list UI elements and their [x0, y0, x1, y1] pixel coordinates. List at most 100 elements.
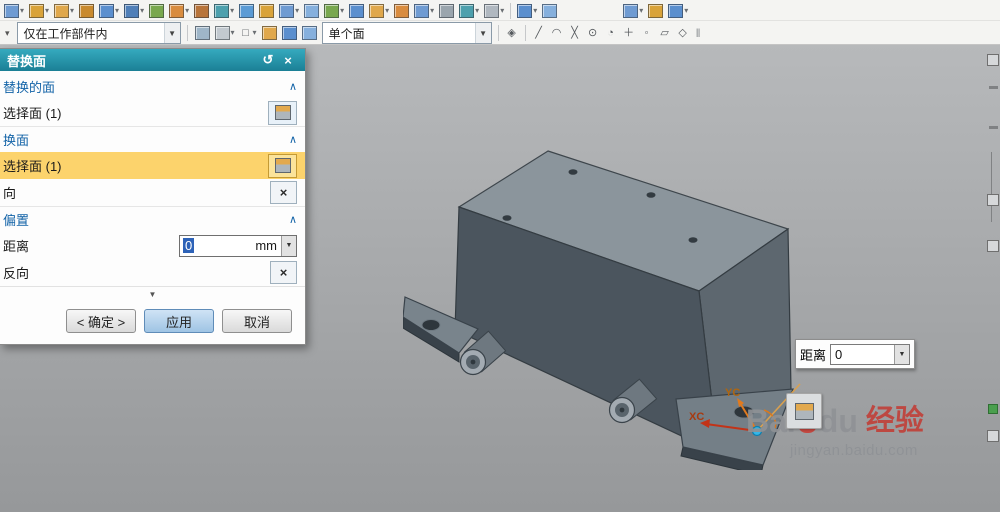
dropdown-caret-icon[interactable]: ▾ [231, 28, 235, 38]
move-face-icon[interactable]: ▾ [413, 3, 435, 19]
snap-intersection-icon[interactable]: ╳ [568, 26, 582, 41]
window-icon[interactable]: ▾ [622, 3, 644, 19]
dialog-more-button[interactable]: ▼ [0, 286, 305, 302]
right-edge-button[interactable] [987, 194, 999, 206]
right-edge-button[interactable] [989, 86, 998, 89]
reverse-offset-button[interactable]: × [270, 261, 297, 284]
snap-quadrant-icon[interactable]: ◔ [604, 26, 618, 41]
rib-icon[interactable] [148, 3, 165, 19]
top-hole[interactable] [502, 215, 512, 221]
select-face-button[interactable] [268, 100, 297, 125]
block-icon[interactable]: ▾ [98, 3, 120, 19]
combo-arrow-icon[interactable]: ▼ [163, 23, 180, 43]
edge-blend-icon[interactable]: ▾ [213, 3, 235, 19]
dropdown-caret-icon[interactable]: ▾ [340, 6, 344, 16]
right-edge-button[interactable] [989, 126, 998, 129]
section-faces-to-replace[interactable]: 替换的面 ∧ [0, 74, 305, 99]
trim-body-icon[interactable]: ▾ [278, 3, 300, 19]
dropdown-caret-icon[interactable]: ▾ [295, 6, 299, 16]
assembly-icon[interactable] [647, 3, 664, 19]
snap-midpoint-icon[interactable]: ◠ [550, 26, 564, 41]
snap-on-face-icon[interactable]: ▱ [658, 26, 672, 41]
ok-button[interactable]: < 确定 > [66, 309, 136, 333]
apply-button[interactable]: 应用 [144, 309, 214, 333]
selection-scope-icon[interactable] [194, 25, 211, 41]
chevron-up-icon[interactable]: ∧ [289, 213, 297, 226]
unite-icon[interactable]: ▾ [168, 3, 190, 19]
replace-face-icon[interactable] [393, 3, 410, 19]
dropdown-caret-icon[interactable]: ▾ [253, 28, 257, 38]
offset-face-icon[interactable]: ▾ [368, 3, 390, 19]
dropdown-caret-icon[interactable]: ▾ [230, 6, 234, 16]
flange-hole[interactable] [421, 319, 441, 331]
datum-plane-icon[interactable]: ▾ [3, 3, 25, 19]
more-tools-icon[interactable]: ▾ [667, 3, 689, 19]
distance-input[interactable]: 0 mm ▼ [179, 234, 297, 257]
right-edge-button[interactable] [987, 54, 999, 66]
right-edge-button[interactable] [987, 430, 999, 442]
dropdown-caret-icon[interactable]: ▾ [140, 6, 144, 16]
dropdown-caret-icon[interactable]: ▾ [475, 6, 479, 16]
shell-icon[interactable] [258, 3, 275, 19]
dropdown-caret-icon[interactable]: ▾ [684, 6, 688, 16]
reset-icon[interactable]: ↺ [258, 52, 278, 68]
select-face-row-2[interactable]: 选择面 (1) [0, 152, 305, 179]
revolve-icon[interactable] [78, 3, 95, 19]
measure-icon[interactable]: ▾ [483, 3, 505, 19]
delete-face-icon[interactable] [438, 3, 455, 19]
render-style-icon[interactable] [541, 3, 558, 19]
dropdown-caret-icon[interactable]: ▾ [185, 6, 189, 16]
close-icon[interactable]: × [278, 53, 298, 68]
dashed-rect-icon[interactable]: □ ▾ [239, 26, 258, 41]
chamfer-icon[interactable] [238, 3, 255, 19]
extrude-icon[interactable]: ▾ [53, 3, 75, 19]
hole-icon[interactable]: ▾ [123, 3, 145, 19]
combo-arrow-icon[interactable]: ▼ [474, 23, 491, 43]
top-hole[interactable] [688, 237, 698, 243]
work-part-cube-icon[interactable] [261, 25, 278, 41]
dropdown-caret-icon[interactable]: ▾ [70, 6, 74, 16]
right-edge-scrollbar[interactable] [991, 152, 992, 222]
distance-popup-input[interactable]: 0 ▼ [830, 343, 910, 365]
chevron-up-icon[interactable]: ∧ [289, 80, 297, 93]
dropdown-caret-icon[interactable]: ▾ [639, 6, 643, 16]
displayed-part-cube-icon[interactable] [281, 25, 298, 41]
dropdown-caret-icon[interactable]: ▾ [533, 6, 537, 16]
snap-endpoint-icon[interactable]: ╱ [532, 26, 546, 41]
select-face-row-1[interactable]: 选择面 (1) [0, 99, 305, 126]
mirror-feature-icon[interactable] [348, 3, 365, 19]
select-face-button[interactable] [268, 153, 297, 178]
face-rule-combo[interactable]: 单个面 ▼ [321, 22, 492, 44]
dropdown-caret-icon[interactable]: ▾ [500, 6, 504, 16]
section-offset[interactable]: 偏置 ∧ [0, 206, 305, 232]
component-cube-icon[interactable] [301, 25, 318, 41]
preview-handle-button[interactable] [786, 393, 822, 429]
dropdown-caret-icon[interactable]: ▾ [385, 6, 389, 16]
snap-settings-icon[interactable]: ▾ [214, 25, 236, 41]
top-hole[interactable] [568, 169, 578, 175]
chevron-up-icon[interactable]: ∧ [289, 133, 297, 146]
triad-origin-handle[interactable] [751, 425, 763, 437]
subtract-icon[interactable] [193, 3, 210, 19]
sketch-icon[interactable]: ▾ [28, 3, 50, 19]
right-edge-button[interactable] [987, 240, 999, 252]
dialog-title-bar[interactable]: 替换面 ↺ × [0, 49, 305, 71]
view-orient-icon[interactable]: ▾ [516, 3, 538, 19]
model-3d[interactable]: XC YC [403, 145, 803, 470]
pattern-feature-icon[interactable]: ▾ [323, 3, 345, 19]
dropdown-caret-icon[interactable]: ▾ [115, 6, 119, 16]
snap-arc-center-icon[interactable]: ⊙ [586, 26, 600, 41]
synchronous-modeling-icon[interactable]: ▾ [458, 3, 480, 19]
section-replacement-face[interactable]: 换面 ∧ [0, 126, 305, 152]
dropdown-caret-icon[interactable]: ▼ [894, 344, 909, 364]
snap-grid-icon[interactable]: ◇ [676, 26, 690, 41]
selection-scope-combo[interactable]: 仅在工作部件内 ▼ [16, 22, 181, 44]
dropdown-caret-icon[interactable]: ▾ [20, 6, 24, 16]
snap-on-curve-icon[interactable]: ◦ [640, 26, 654, 41]
reverse-direction-button[interactable]: × [270, 181, 297, 204]
cancel-button[interactable]: 取消 [222, 309, 292, 333]
toolbar-grip[interactable]: ‖ [694, 26, 703, 40]
toolbar-overflow-button[interactable]: ▾ [2, 28, 13, 39]
dropdown-caret-icon[interactable]: ▼ [281, 235, 296, 256]
dropdown-caret-icon[interactable]: ▾ [45, 6, 49, 16]
